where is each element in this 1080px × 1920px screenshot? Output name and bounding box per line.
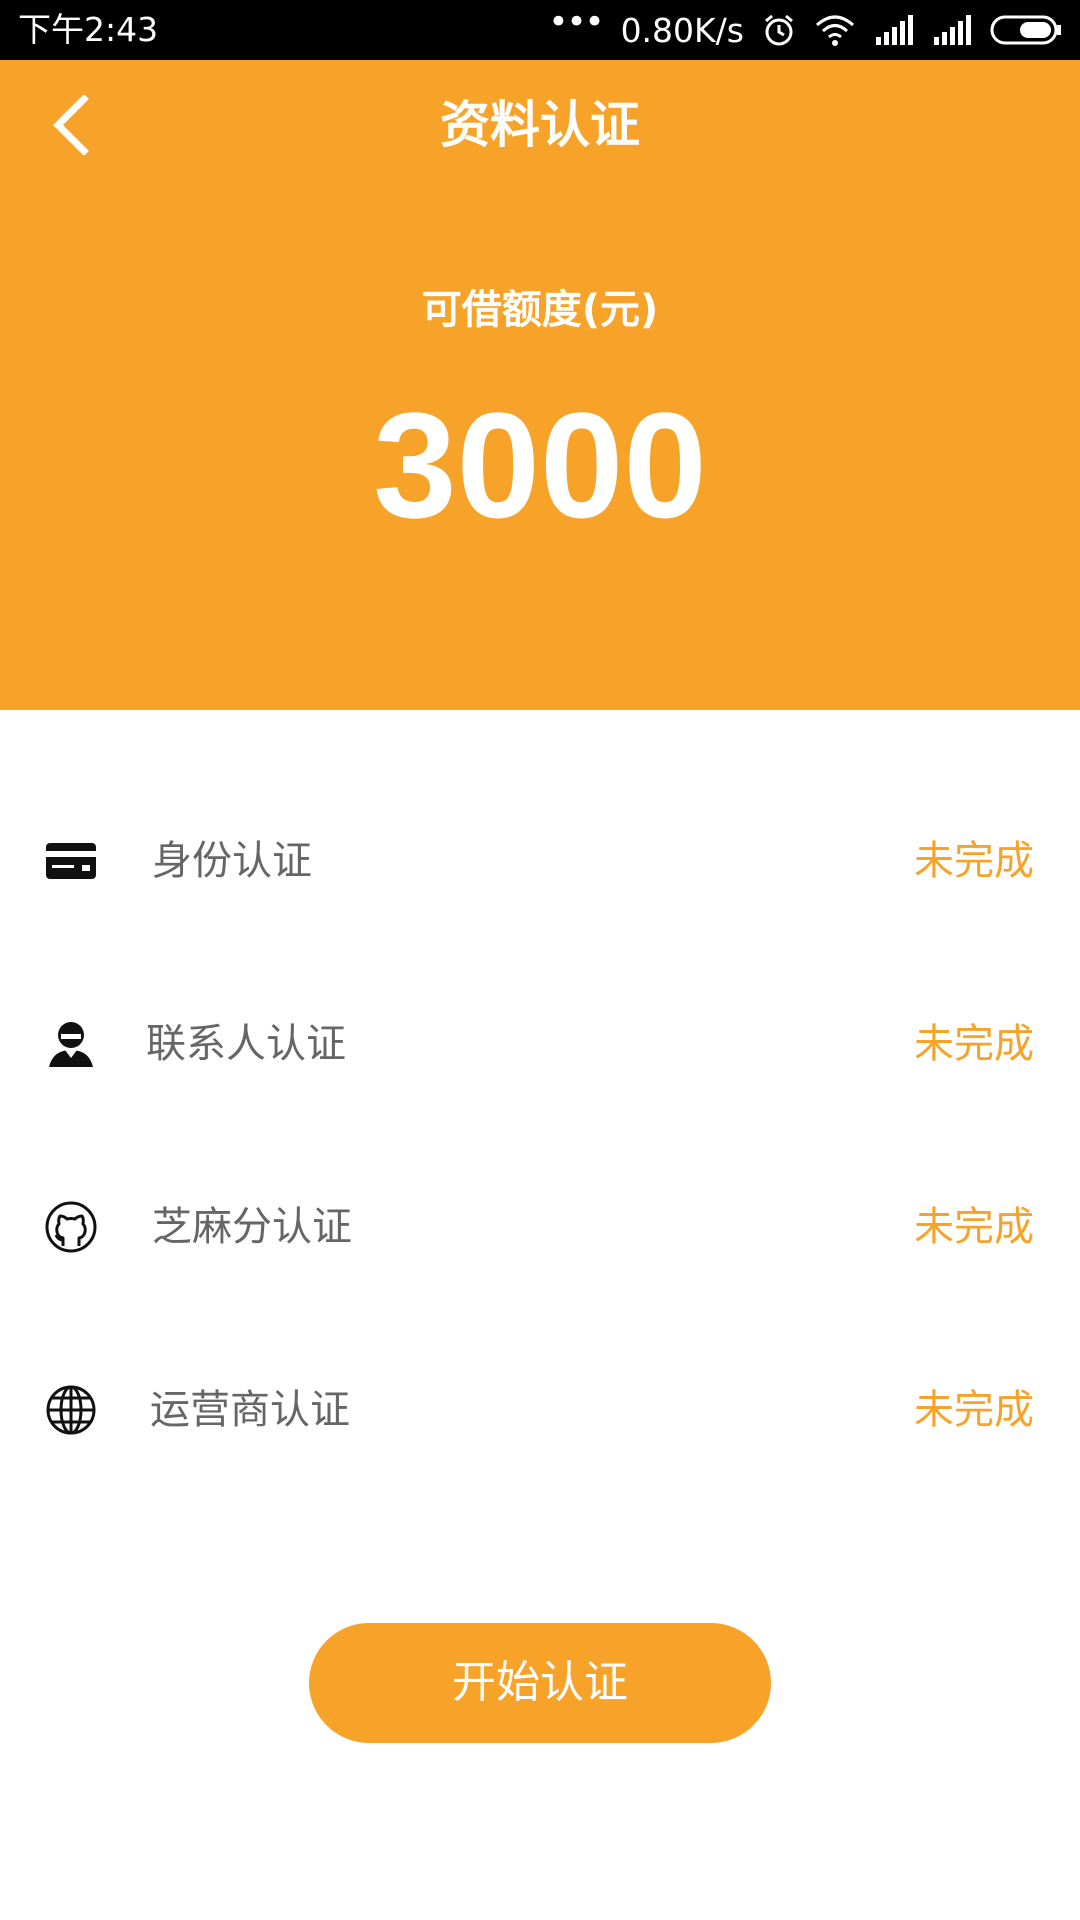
verify-item-carrier[interactable]: 运营商认证 未完成 [0,1319,1080,1502]
verify-item-label: 联系人认证 [146,1021,346,1067]
verify-status: 未完成 [914,1021,1034,1067]
credit-header: 资料认证 可借额度(元) 3000 [0,60,1080,710]
page-title: 资料认证 [440,96,640,154]
verify-item-label: 身份认证 [152,838,312,884]
battery-icon [990,15,1061,45]
signal-icon [934,15,971,45]
credit-limit-label: 可借额度(元) [421,287,659,333]
wifi-icon [816,15,854,46]
verify-item-identity[interactable]: 身份认证 未完成 [0,770,1080,953]
verify-item-label: 运营商认证 [150,1387,350,1433]
credit-limit-amount: 3000 [373,381,707,549]
verify-status: 未完成 [914,838,1034,884]
globe-icon [42,1381,100,1439]
verify-status: 未完成 [914,1204,1034,1250]
status-bar: 下午2:43 ••• 0.80K/s [0,0,1080,60]
verification-list: 身份认证 未完成 联系人认证 未完成 芝麻分认证 未完成 运营商认证 未完成 [0,770,1080,1502]
verify-item-contacts[interactable]: 联系人认证 未完成 [0,953,1080,1136]
verify-status: 未完成 [914,1387,1034,1433]
start-verification-button[interactable]: 开始认证 [309,1623,771,1743]
verify-item-sesame[interactable]: 芝麻分认证 未完成 [0,1136,1080,1319]
network-speed: 0.80K/s [620,10,744,50]
status-time: 下午2:43 [18,10,159,49]
contact-person-icon [42,1015,100,1073]
id-card-icon [42,832,100,890]
status-icons: ••• 0.80K/s [548,2,1062,52]
verify-item-label: 芝麻分认证 [152,1204,352,1250]
sesame-github-icon [42,1198,100,1256]
alarm-icon [765,14,793,46]
more-dots-icon: ••• [548,2,604,42]
signal-icon [876,15,913,45]
